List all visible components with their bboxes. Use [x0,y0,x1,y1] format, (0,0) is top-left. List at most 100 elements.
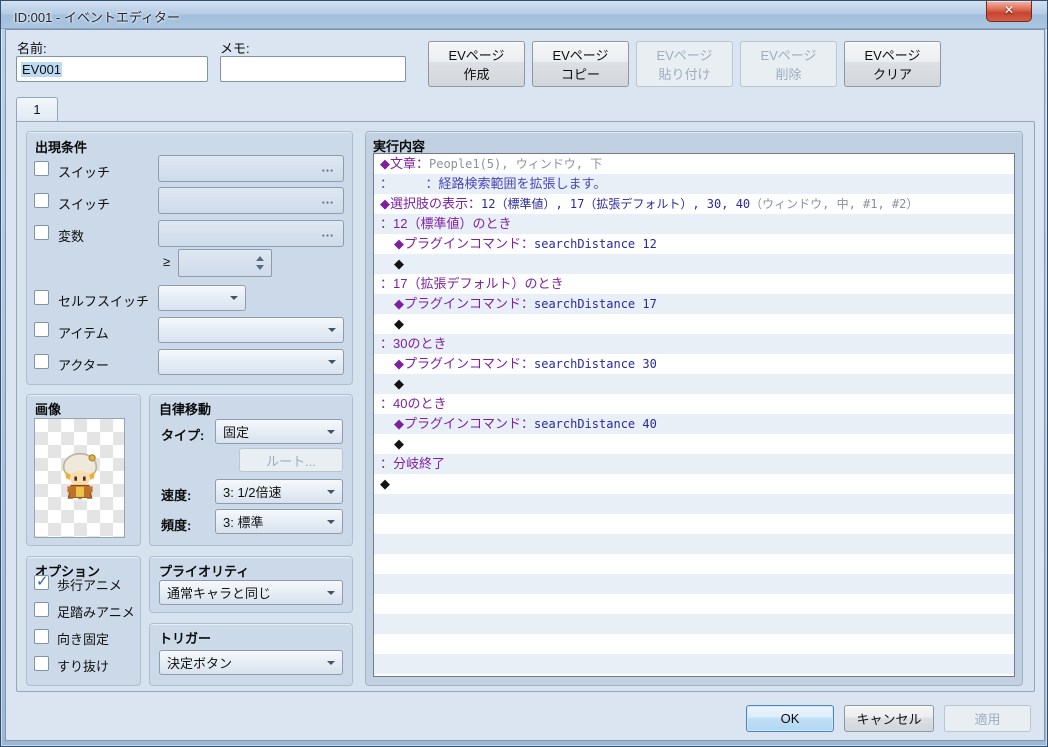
close-button[interactable]: ✕ [986,1,1032,22]
movement-type-label: タイプ: [161,428,205,443]
command-row[interactable] [374,514,1014,534]
command-row[interactable] [374,614,1014,634]
command-list[interactable]: ◆文章：People1(5), ウィンドウ, 下 ： ：経路検索範囲を拡張します。… [373,153,1015,677]
self-switch-label: セルフスイッチ [58,294,150,309]
command-row[interactable] [374,654,1014,674]
option-checkbox[interactable] [34,602,49,617]
command-row[interactable] [374,554,1014,574]
variable-more-icon[interactable]: … [321,225,335,240]
switch1-field[interactable]: … [158,155,344,182]
spinner-arrows[interactable] [253,250,267,276]
command-text-segment: ◆ [380,476,390,491]
command-text-segment: ： ：経路検索範囲を拡張します。 [380,176,607,191]
command-row[interactable]: ：30のとき [374,334,1014,354]
command-row[interactable]: ：40のとき [374,394,1014,414]
command-text-segment: searchDistance 17 [534,297,657,311]
name-input[interactable]: EV001 [16,56,208,82]
command-row[interactable]: ◆プラグインコマンド：searchDistance 30 [374,354,1014,374]
trigger-title: トリガー [159,631,212,646]
switch1-more-icon[interactable]: … [321,160,335,175]
actor-label: アクター [58,358,109,373]
command-row[interactable]: ：12（標準値）のとき [374,214,1014,234]
spinner-up-icon[interactable] [256,256,264,261]
conditions-title: 出現条件 [35,140,88,155]
command-text-segment: ◆ [394,436,404,451]
speed-select[interactable]: 3: 1/2倍速 [215,479,343,504]
movement-type-select[interactable]: 固定 [215,419,343,444]
ev-page-button-row: EVページ 作成 EVページ コピー EVページ貼り付け EVページ削除 EVページ クリア [428,41,941,87]
movement-title: 自律移動 [159,402,212,417]
switch2-field[interactable]: … [158,187,344,214]
variable-operator: ≥ [163,254,171,269]
ev-button-line1: EVページ [864,48,921,63]
command-row[interactable]: ◆文章：People1(5), ウィンドウ, 下 [374,154,1014,174]
command-row[interactable]: ◆プラグインコマンド：searchDistance 40 [374,414,1014,434]
command-row[interactable]: ：17（拡張デフォルト）のとき [374,274,1014,294]
command-row[interactable]: ◆ [374,314,1014,334]
title-bar[interactable]: ID:001 - イベントエディター ✕ [1,1,1047,29]
command-row[interactable]: ： ：経路検索範囲を拡張します。 [374,174,1014,194]
command-row[interactable]: ◆選択肢の表示：12（標準値）, 17（拡張デフォルト）, 30, 40（ウィン… [374,194,1014,214]
ev-page-button-2[interactable]: EVページ コピー [532,41,629,87]
command-text-segment: ◆プラグインコマンド： [394,416,534,431]
command-row[interactable]: ◆ [374,434,1014,454]
event-sprite [62,452,98,501]
command-text-segment: ◆プラグインコマンド： [394,296,534,311]
command-text-segment: searchDistance 30 [534,357,657,371]
freq-select[interactable]: 3: 標準 [215,509,343,534]
command-row[interactable]: ◆ [374,474,1014,494]
command-row[interactable]: ◆ [374,254,1014,274]
tab-page-1[interactable]: 1 [16,97,58,121]
spinner-down-icon[interactable] [256,265,264,270]
command-row[interactable] [374,594,1014,614]
command-row[interactable] [374,534,1014,554]
switch2-checkbox[interactable] [34,193,49,208]
switch2-more-icon[interactable]: … [321,192,335,207]
command-row[interactable]: ◆プラグインコマンド：searchDistance 12 [374,234,1014,254]
command-text-segment: ◆ [394,256,404,271]
switch1-label: スイッチ [58,165,111,180]
priority-title: プライオリティ [159,564,250,579]
command-row[interactable] [374,494,1014,514]
command-row[interactable] [374,574,1014,594]
ev-page-button-1[interactable]: EVページ 作成 [428,41,525,87]
command-text-segment: ◆プラグインコマンド： [394,356,534,371]
actor-select[interactable] [158,349,344,375]
command-text-segment: ◆文章： [380,156,429,171]
switch1-checkbox[interactable] [34,161,49,176]
speed-value: 3: 1/2倍速 [223,485,282,500]
ev-button-line2: 貼り付け [658,67,711,82]
event-image-box[interactable] [34,418,125,538]
item-checkbox[interactable] [34,322,49,337]
command-row[interactable] [374,634,1014,654]
option-checkbox[interactable] [34,656,49,671]
memo-input[interactable] [220,56,406,82]
command-row[interactable]: ：分岐終了 [374,454,1014,474]
freq-label: 頻度: [161,518,192,533]
name-value: EV001 [21,61,63,77]
self-switch-select[interactable] [158,285,246,311]
command-text-segment: ：30のとき [380,336,447,351]
variable-checkbox[interactable] [34,225,49,240]
command-row[interactable]: ◆プラグインコマンド：searchDistance 17 [374,294,1014,314]
command-text-segment: searchDistance 12 [534,237,657,251]
variable-field[interactable]: … [158,220,344,247]
priority-select[interactable]: 通常キャラと同じ [159,580,343,605]
option-checkbox[interactable] [34,629,49,644]
item-select[interactable] [158,317,344,343]
ok-button[interactable]: OK [746,705,834,732]
ev-button-line2: 削除 [775,67,802,82]
option-checkbox[interactable]: ✓ [34,573,49,590]
command-text-segment: ◆ [394,376,404,391]
trigger-select[interactable]: 決定ボタン [159,650,343,675]
variable-value-spinner[interactable] [178,249,272,277]
command-text-segment: ◆ [394,316,404,331]
ev-button-line1: EVページ [760,48,817,63]
cancel-button[interactable]: キャンセル [844,705,934,732]
ev-button-line1: EVページ [448,48,505,63]
check-icon: ✓ [36,573,49,590]
command-row[interactable]: ◆ [374,374,1014,394]
self-switch-checkbox[interactable] [34,290,49,305]
actor-checkbox[interactable] [34,354,49,369]
ev-page-button-5[interactable]: EVページ クリア [844,41,941,87]
